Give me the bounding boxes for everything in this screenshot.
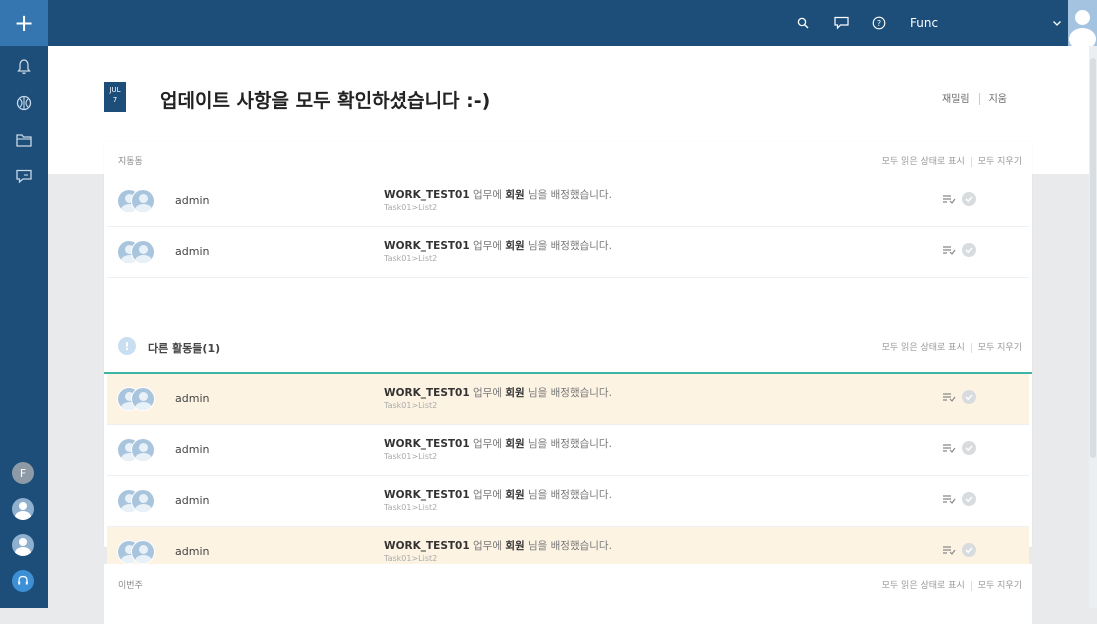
row-user: admin <box>175 545 210 558</box>
done-icon[interactable] <box>962 492 976 506</box>
clear-all-link[interactable]: 모두 지우기 <box>978 157 1022 167</box>
page-title: 업데이트 사항을 모두 확인하셨습니다 :-) <box>160 90 491 112</box>
done-icon[interactable] <box>962 543 976 557</box>
section-title: 지동동 <box>118 157 143 167</box>
row-path[interactable]: Task01>List2 <box>384 401 437 410</box>
folder-icon[interactable] <box>12 129 36 151</box>
other-activities-header: ! 다른 활동들(1) 모두 읽은 상태로 표시 모두 지우기 <box>104 322 1032 374</box>
row-message: WORK_TEST01 업무에 회원 님을 배정했습니다. <box>384 438 612 450</box>
row-message: WORK_TEST01 업무에 회원 님을 배정했습니다. <box>384 240 612 252</box>
this-week-panel: 이번주 모두 읽은 상태로 표시 모두 지우기 <box>104 564 1032 624</box>
row-message: WORK_TEST01 업무에 회원 님을 배정했습니다. <box>384 387 612 399</box>
row-actions <box>942 543 976 557</box>
notification-row[interactable]: admin WORK_TEST01 업무에 회원 님을 배정했습니다. Task… <box>107 476 1029 527</box>
svg-text:?: ? <box>877 19 881 28</box>
avatar[interactable] <box>1068 0 1097 46</box>
row-actions <box>942 192 976 206</box>
row-path[interactable]: Task01>List2 <box>384 503 437 512</box>
user-name[interactable]: Func <box>910 16 938 30</box>
chevron-down-icon[interactable] <box>1052 13 1062 32</box>
date-badge: JUL 7 <box>104 82 126 112</box>
headset-icon[interactable] <box>12 570 34 592</box>
list-check-icon[interactable] <box>942 443 956 453</box>
user-initial-avatar[interactable]: F <box>12 462 34 484</box>
search-icon[interactable] <box>792 12 814 34</box>
notification-row[interactable]: admin WORK_TEST01 업무에 회원 님을 배정했습니다. Task… <box>107 425 1029 476</box>
section-header: 지동동 모두 읽은 상태로 표시 모두 지우기 <box>104 142 1032 176</box>
row-path[interactable]: Task01>List2 <box>384 203 437 212</box>
avatar-pair <box>117 189 161 213</box>
section-actions: 모두 읽은 상태로 표시 모두 지우기 <box>882 340 1022 353</box>
avatar-pair <box>117 438 161 462</box>
date-month: JUL <box>109 86 121 94</box>
row-message: WORK_TEST01 업무에 회원 님을 배정했습니다. <box>384 540 612 552</box>
plus-icon[interactable]: + <box>0 0 48 46</box>
row-actions <box>942 243 976 257</box>
done-icon[interactable] <box>962 390 976 404</box>
clear-all-link[interactable]: 모두 지우기 <box>978 581 1022 591</box>
clear-all-link[interactable]: 모두 지우기 <box>978 343 1022 353</box>
avatar-pair <box>117 387 161 411</box>
notification-panel: 지동동 모두 읽은 상태로 표시 모두 지우기 admin WORK_TEST01… <box>104 142 1032 572</box>
row-user: admin <box>175 194 210 207</box>
mark-all-read-link[interactable]: 모두 읽은 상태로 표시 <box>882 581 965 591</box>
user-avatar[interactable] <box>12 498 34 520</box>
list-check-icon[interactable] <box>942 545 956 555</box>
globe-icon[interactable] <box>12 92 36 114</box>
top-bar: ? Func <box>48 0 1097 46</box>
date-day: 7 <box>112 96 118 104</box>
section-actions: 모두 읽은 상태로 표시 모두 지우기 <box>882 578 1022 591</box>
done-icon[interactable] <box>962 192 976 206</box>
avatar-pair <box>117 489 161 513</box>
chat-icon[interactable] <box>12 165 36 187</box>
done-icon[interactable] <box>962 243 976 257</box>
other-activities-title[interactable]: 다른 활동들(1) <box>148 340 220 356</box>
row-user: admin <box>175 245 210 258</box>
main-content: JUL 7 업데이트 사항을 모두 확인하셨습니다 :-) 재밀림 지움 지동동 … <box>48 46 1089 624</box>
list-check-icon[interactable] <box>942 392 956 402</box>
row-message: WORK_TEST01 업무에 회원 님을 배정했습니다. <box>384 489 612 501</box>
sidebar: + F <box>0 0 48 608</box>
list-check-icon[interactable] <box>942 194 956 204</box>
section-title: 이번주 <box>118 581 143 591</box>
row-actions <box>942 390 976 404</box>
section-actions: 모두 읽은 상태로 표시 모두 지우기 <box>882 154 1022 167</box>
user-avatar[interactable] <box>12 534 34 556</box>
delete-link[interactable]: 지움 <box>989 94 1007 105</box>
row-path[interactable]: Task01>List2 <box>384 554 437 563</box>
mark-all-read-link[interactable]: 모두 읽은 상태로 표시 <box>882 343 965 353</box>
row-user: admin <box>175 494 210 507</box>
settings-link[interactable]: 재밀림 <box>942 94 970 105</box>
list-check-icon[interactable] <box>942 245 956 255</box>
row-path[interactable]: Task01>List2 <box>384 452 437 461</box>
row-user: admin <box>175 392 210 405</box>
help-icon[interactable]: ? <box>868 12 890 34</box>
scrollbar-thumb[interactable] <box>1090 58 1096 458</box>
info-icon: ! <box>118 337 136 355</box>
notification-row[interactable]: admin WORK_TEST01 업무에 회원 님을 배정했습니다. Task… <box>107 176 1029 227</box>
header-links: 재밀림 지움 <box>942 90 1007 105</box>
mark-all-read-link[interactable]: 모두 읽은 상태로 표시 <box>882 157 965 167</box>
bell-icon[interactable] <box>12 56 36 78</box>
avatar-pair <box>117 240 161 264</box>
chat-icon[interactable] <box>830 12 852 34</box>
notification-row[interactable]: admin WORK_TEST01 업무에 회원 님을 배정했습니다. Task… <box>107 227 1029 278</box>
notification-row[interactable]: admin WORK_TEST01 업무에 회원 님을 배정했습니다. Task… <box>107 374 1029 425</box>
row-user: admin <box>175 443 210 456</box>
row-message: WORK_TEST01 업무에 회원 님을 배정했습니다. <box>384 189 612 201</box>
row-actions <box>942 492 976 506</box>
avatar-pair <box>117 540 161 564</box>
list-check-icon[interactable] <box>942 494 956 504</box>
done-icon[interactable] <box>962 441 976 455</box>
row-actions <box>942 441 976 455</box>
row-path[interactable]: Task01>List2 <box>384 254 437 263</box>
